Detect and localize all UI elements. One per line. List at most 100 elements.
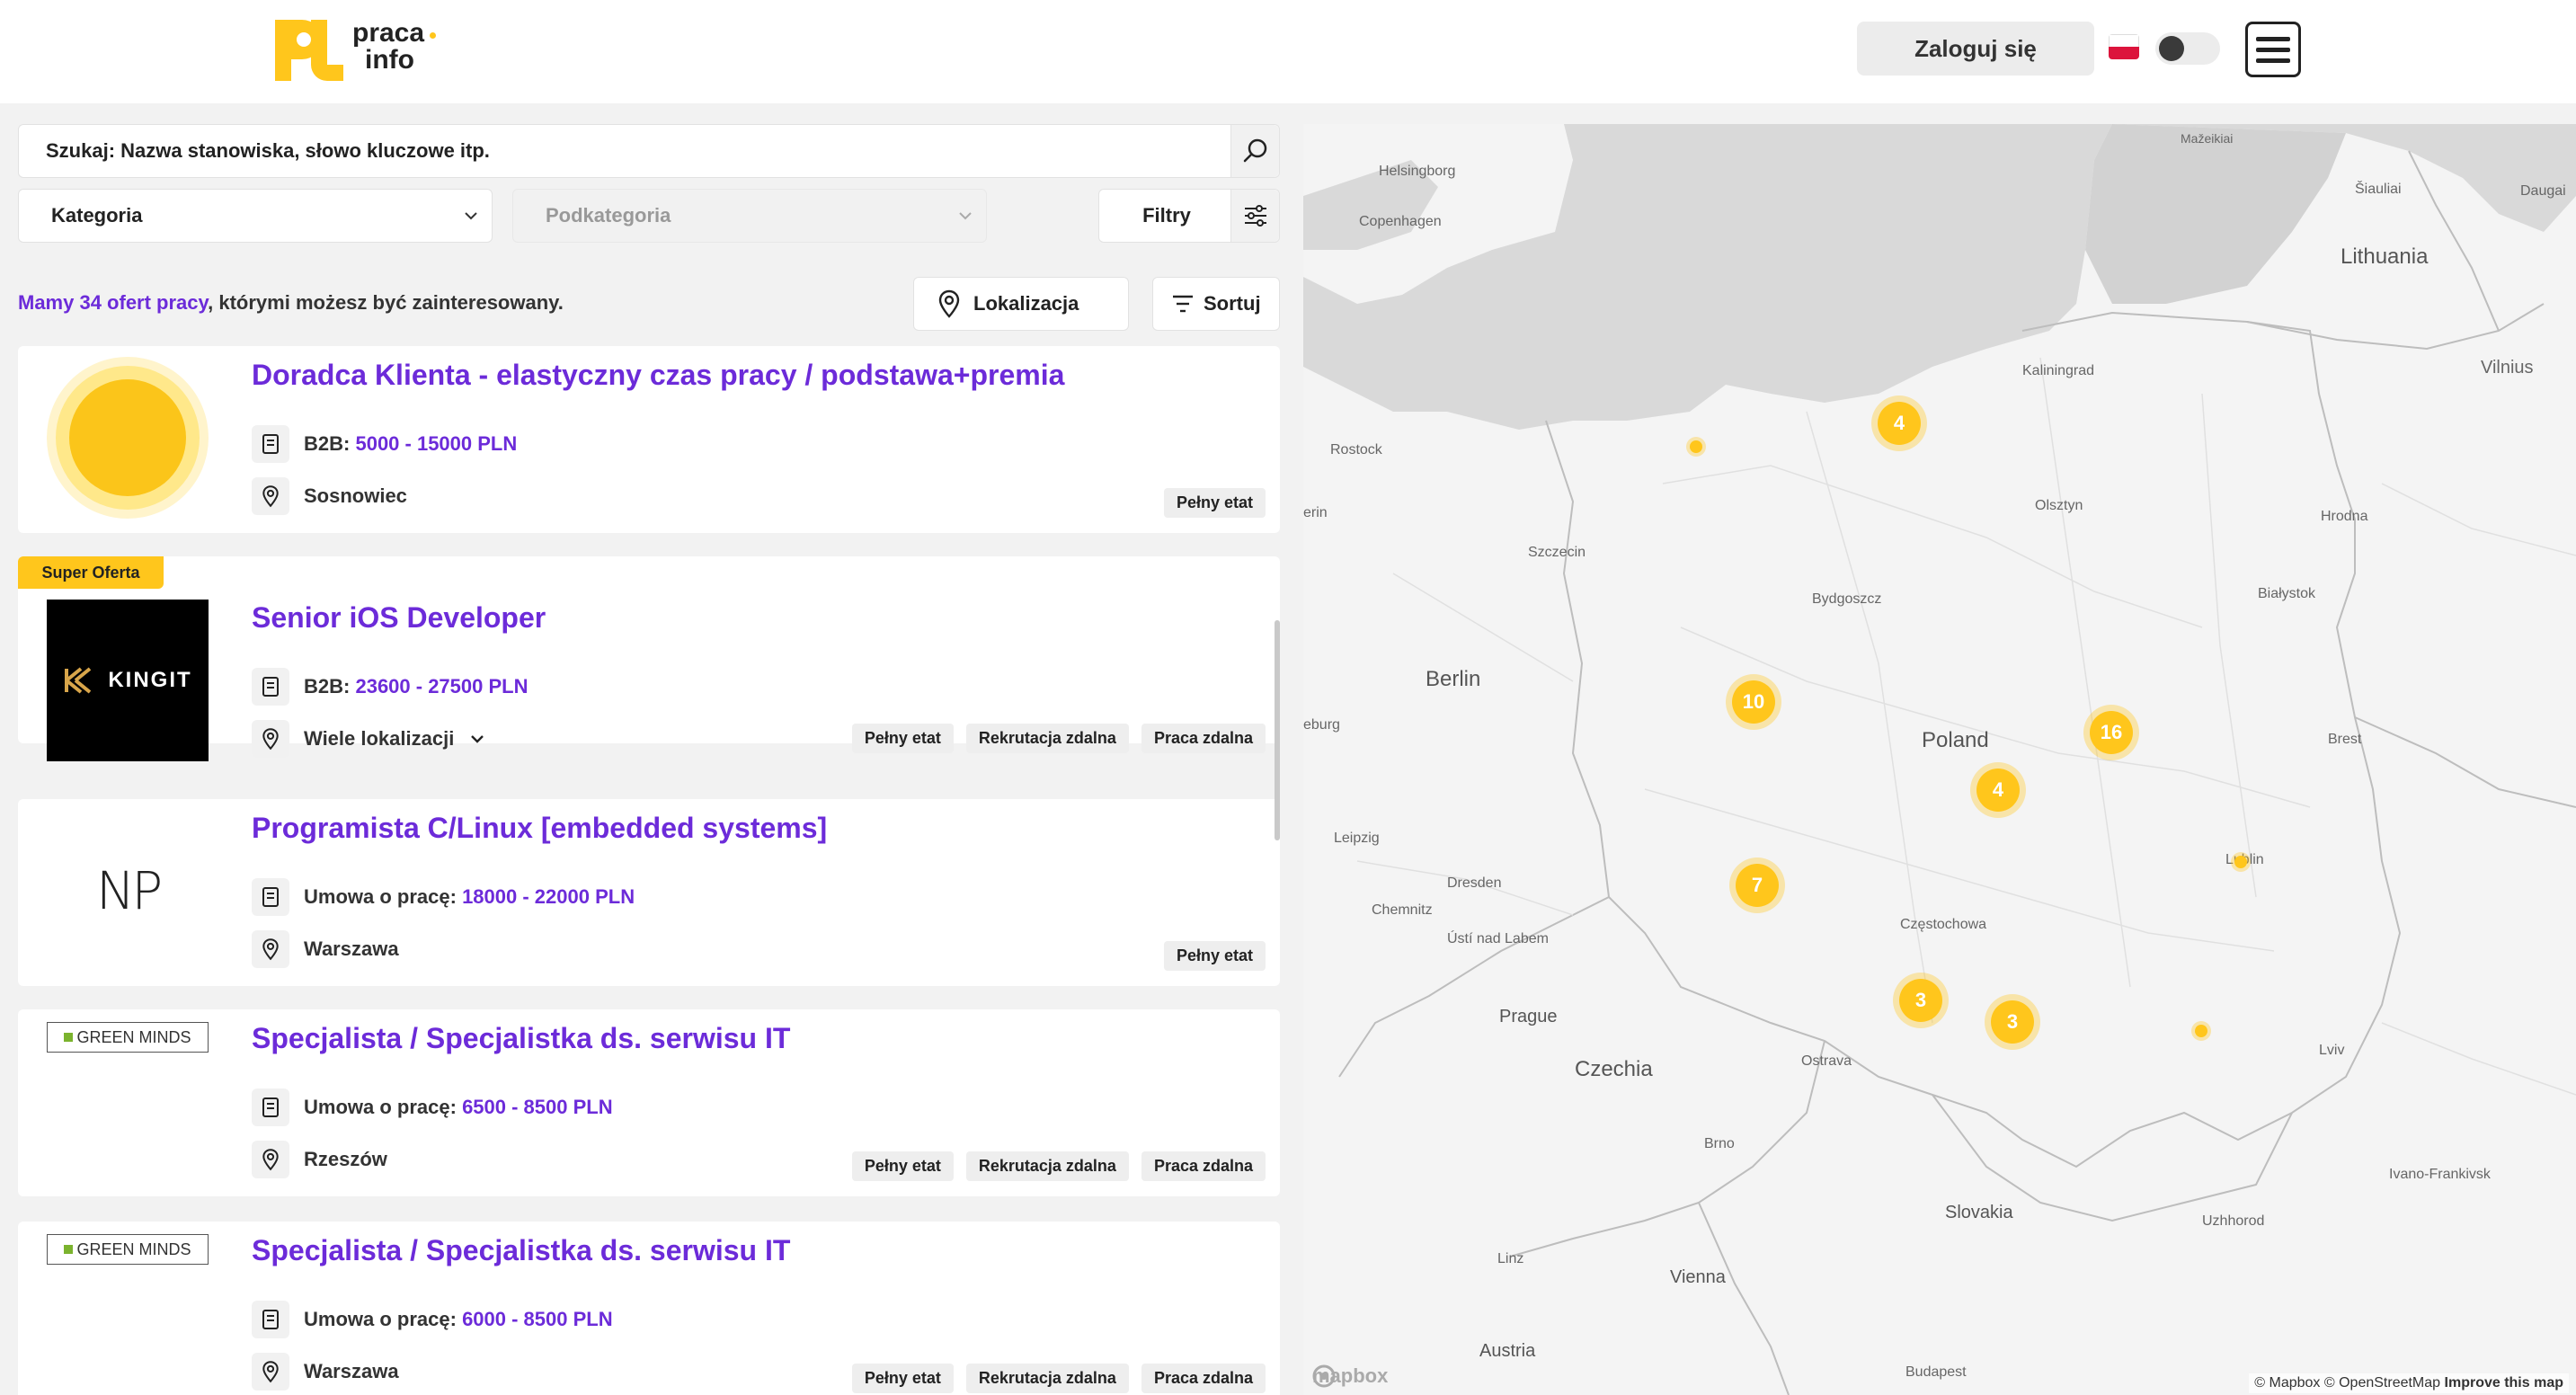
map-label-daugai: Daugai: [2520, 183, 2566, 199]
map-label-rostock: Rostock: [1330, 442, 1382, 458]
map-cluster-marker[interactable]: 16: [2083, 705, 2139, 760]
filters-label: Filtry: [1142, 204, 1191, 227]
list-scrollbar[interactable]: [1275, 620, 1280, 840]
company-logo-text: KINGIT: [108, 668, 192, 692]
location-row[interactable]: Wiele lokalizacji: [252, 720, 486, 758]
sort-icon: [1173, 295, 1193, 313]
job-offer-card[interactable]: GREEN MINDS Specjalista / Specjalistka d…: [18, 1222, 1280, 1395]
job-title-link[interactable]: Senior iOS Developer: [252, 601, 546, 635]
top-header: praca info Zaloguj się: [0, 0, 2576, 103]
location-row: Sosnowiec: [252, 477, 407, 515]
map-cluster-marker[interactable]: 4: [1970, 762, 2026, 818]
mapbox-logo[interactable]: mapbox: [1312, 1364, 1388, 1388]
salary-value: 6500 - 8500 PLN: [462, 1096, 613, 1118]
improve-map-link[interactable]: Improve this map: [2445, 1375, 2563, 1391]
location-button-label: Lokalizacja: [973, 292, 1079, 315]
logo-dot: [430, 32, 436, 39]
map-label-vilnius: Vilnius: [2481, 358, 2534, 378]
map-label-lviv: Lviv: [2319, 1043, 2345, 1058]
login-button[interactable]: Zaloguj się: [1857, 22, 2094, 76]
pracainfo-logo[interactable]: praca info: [275, 18, 464, 83]
job-title-link[interactable]: Programista C/Linux [embedded systems]: [252, 812, 827, 845]
location-button[interactable]: Lokalizacja: [913, 277, 1129, 331]
cluster-count: 16: [2090, 711, 2133, 754]
tags: Pełny etat Rekrutacja zdalna Praca zdaln…: [851, 1151, 1266, 1181]
job-title-link[interactable]: Doradca Klienta - elastyczny czas pracy …: [252, 359, 1064, 392]
polish-flag-icon[interactable]: [2109, 34, 2139, 59]
tags: Pełny etat Rekrutacja zdalna Praca zdaln…: [851, 724, 1266, 753]
map-label-bydgoszcz: Bydgoszcz: [1812, 591, 1882, 607]
map-label-brno: Brno: [1704, 1136, 1735, 1151]
map-label-budapest: Budapest: [1905, 1364, 1967, 1380]
hamburger-menu-button[interactable]: [2245, 22, 2301, 77]
dark-mode-toggle[interactable]: [2155, 32, 2220, 65]
map-label-bialystok: Białystok: [2258, 586, 2316, 601]
map-single-marker[interactable]: [2191, 1021, 2211, 1041]
mapbox-icon: [1312, 1364, 1336, 1388]
job-offer-card[interactable]: Doradca Klienta - elastyczny czas pracy …: [18, 346, 1280, 533]
logo-text-praca: praca: [352, 18, 425, 48]
map-label-dresden: Dresden: [1447, 875, 1502, 891]
map-cluster-marker[interactable]: 3: [1893, 973, 1949, 1028]
job-map[interactable]: Helsingborg Copenhagen Rostock Berlin Le…: [1303, 124, 2576, 1395]
filters-button[interactable]: Filtry: [1098, 189, 1280, 243]
map-label-eburg: eburg: [1303, 717, 1340, 733]
map-label-lithuania: Lithuania: [2341, 244, 2429, 269]
contract-icon: [252, 1088, 289, 1126]
map-label-leipzig: Leipzig: [1334, 831, 1380, 846]
salary-type: Umowa o pracę:: [304, 885, 457, 908]
super-offer-badge: Super Oferta: [18, 556, 164, 589]
category-select[interactable]: Kategoria: [18, 189, 493, 243]
search-input[interactable]: [46, 125, 1214, 177]
pin-icon: [252, 477, 289, 515]
map-label-berlin: Berlin: [1426, 667, 1481, 691]
map-cluster-marker[interactable]: 10: [1726, 674, 1781, 730]
subcategory-select[interactable]: Podkategoria: [512, 189, 987, 243]
search-button[interactable]: [1230, 125, 1279, 177]
attribution-text[interactable]: © Mapbox © OpenStreetMap: [2254, 1375, 2440, 1391]
map-cluster-marker[interactable]: 4: [1871, 395, 1927, 451]
job-title-link[interactable]: Specjalista / Specjalistka ds. serwisu I…: [252, 1234, 790, 1267]
contract-icon: [252, 1301, 289, 1338]
logo-text-info: info: [365, 45, 414, 75]
location-row: Warszawa: [252, 930, 399, 968]
offers-count-highlight: Mamy 34 ofert pracy: [18, 291, 209, 314]
subcategory-select-value: Podkategoria: [546, 204, 671, 227]
salary-value: 23600 - 27500 PLN: [355, 675, 529, 698]
job-title-link[interactable]: Specjalista / Specjalistka ds. serwisu I…: [252, 1022, 790, 1055]
map-label-prague: Prague: [1499, 1007, 1558, 1026]
offers-count-rest: , którymi możesz być zainteresowany.: [208, 291, 564, 314]
tag: Rekrutacja zdalna: [965, 724, 1129, 753]
map-single-marker[interactable]: [2231, 852, 2251, 872]
kingit-mark-icon: [65, 667, 92, 694]
salary-value: 5000 - 15000 PLN: [355, 432, 518, 455]
tag: Rekrutacja zdalna: [965, 1151, 1129, 1181]
pin-icon: [252, 720, 289, 758]
map-cluster-marker[interactable]: 3: [1985, 994, 2040, 1050]
map-label-ostrava: Ostrava: [1801, 1053, 1852, 1069]
tag: Pełny etat: [1163, 941, 1266, 971]
map-single-marker[interactable]: [1686, 437, 1706, 457]
map-label-brest: Brest: [2328, 732, 2362, 747]
job-offer-card[interactable]: NP Programista C/Linux [embedded systems…: [18, 799, 1280, 986]
tag: Praca zdalna: [1141, 1151, 1266, 1181]
salary-row: Umowa o pracę: 6000 - 8500 PLN: [252, 1301, 613, 1338]
sort-button-label: Sortuj: [1204, 292, 1261, 315]
job-offer-card[interactable]: GREEN MINDS Specjalista / Specjalistka d…: [18, 1009, 1280, 1196]
contract-icon: [252, 878, 289, 916]
company-logo: GREEN MINDS: [47, 1022, 209, 1054]
cluster-count: 4: [1976, 769, 2020, 812]
sort-button[interactable]: Sortuj: [1152, 277, 1280, 331]
map-label-mazeikiai: Mažeikiai: [2181, 131, 2234, 146]
map-label-chemnitz: Chemnitz: [1372, 902, 1433, 918]
map-label-slovakia: Slovakia: [1945, 1203, 2013, 1222]
tags: Pełny etat: [1163, 488, 1266, 518]
map-cluster-marker[interactable]: 7: [1729, 857, 1785, 913]
sliders-icon: [1230, 190, 1279, 242]
salary-value: 6000 - 8500 PLN: [462, 1308, 613, 1330]
map-label-austria: Austria: [1479, 1341, 1536, 1361]
job-offer-card[interactable]: KINGIT Super Oferta Senior iOS Developer…: [18, 556, 1280, 761]
company-logo: NP: [47, 810, 209, 972]
tag: Praca zdalna: [1141, 1364, 1266, 1393]
map-background: [1303, 124, 2576, 1395]
